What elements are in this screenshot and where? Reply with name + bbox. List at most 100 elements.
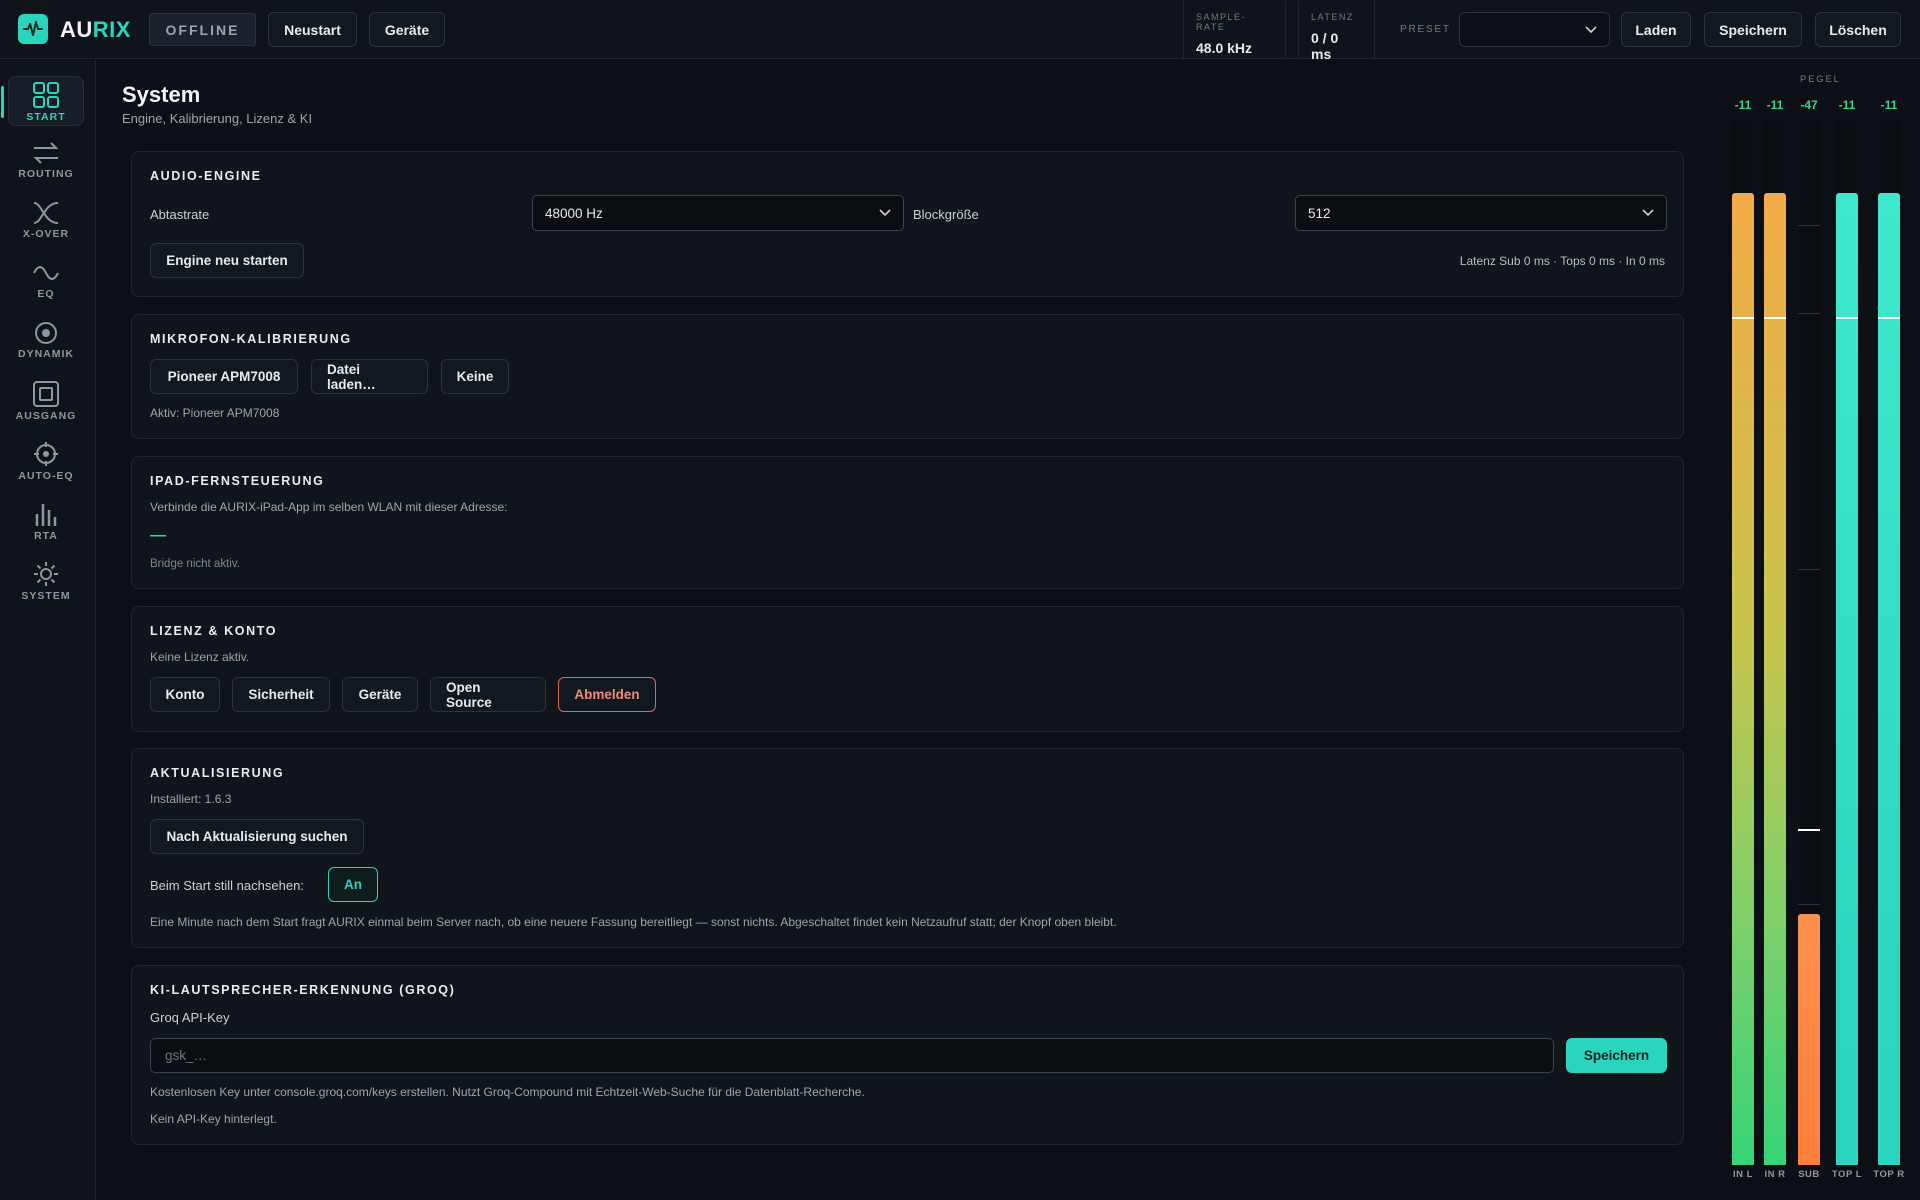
meter-bar — [1798, 914, 1820, 1165]
meter-bar — [1878, 193, 1900, 1165]
meter-channel-label: TOP L — [1831, 1169, 1863, 1180]
bars-icon — [35, 504, 57, 526]
meter-value: -11 — [1734, 98, 1752, 112]
audio-engine-card: AUDIO-ENGINE Abtastrate 48000 Hz Blockgr… — [131, 151, 1684, 297]
restart-button[interactable]: Neustart — [268, 12, 357, 47]
mic-active-text: Aktiv: Pioneer APM7008 — [150, 406, 280, 420]
preset-delete-button[interactable]: Löschen — [1815, 12, 1901, 47]
meter-bar — [1836, 193, 1858, 1165]
auto-check-toggle[interactable]: An — [328, 867, 378, 902]
meter-tick — [1798, 225, 1820, 226]
sidebar: START ROUTING X-OVER EQ DYNAMIK AUSGANG … — [0, 60, 96, 1200]
meter-tick — [1798, 904, 1820, 905]
meter-tick — [1798, 569, 1820, 570]
latency-info: Latenz Sub 0 ms · Tops 0 ms · In 0 ms — [1459, 254, 1665, 268]
card-title: KI-LAUTSPRECHER-ERKENNUNG (GROQ) — [150, 983, 456, 997]
logout-button[interactable]: Abmelden — [558, 677, 656, 712]
meter-channel-label: IN L — [1733, 1169, 1753, 1180]
api-key-save-button[interactable]: Speichern — [1566, 1038, 1667, 1073]
meter-channel-label: TOP R — [1873, 1169, 1905, 1180]
api-key-input[interactable]: gsk_… — [150, 1038, 1554, 1073]
active-indicator — [1, 86, 4, 118]
card-title: IPAD-FERNSTEUERUNG — [150, 474, 325, 488]
app-logo: AURIX — [60, 17, 131, 42]
crossover-icon — [33, 202, 59, 224]
meter-value: -11 — [1766, 98, 1784, 112]
open-source-button[interactable]: Open Source — [430, 677, 546, 712]
card-title: AKTUALISIERUNG — [150, 766, 285, 780]
meter-peak — [1732, 317, 1754, 319]
api-key-label: Groq API-Key — [150, 1010, 230, 1025]
sidebar-item-dynamik[interactable]: DYNAMIK — [8, 316, 84, 366]
security-button[interactable]: Sicherheit — [232, 677, 330, 712]
samplerate-label: Abtastrate — [150, 207, 210, 222]
grid-icon — [33, 82, 59, 108]
target-icon — [35, 322, 57, 344]
meter-bar — [1764, 193, 1786, 1165]
api-key-hint: Kostenlosen Key unter console.groq.com/k… — [150, 1085, 865, 1099]
sidebar-item-start[interactable]: START — [1, 76, 84, 126]
sidebar-item-ausgang[interactable]: AUSGANG — [8, 376, 84, 426]
mic-pioneer-button[interactable]: Pioneer APM7008 — [150, 359, 298, 394]
crosshair-icon — [34, 442, 58, 466]
license-status: Keine Lizenz aktiv. — [150, 650, 250, 664]
ipad-remote-card: IPAD-FERNSTEUERUNG Verbinde die AURIX-iP… — [131, 456, 1684, 589]
blocksize-select[interactable]: 512 — [1295, 195, 1667, 231]
account-button[interactable]: Konto — [150, 677, 220, 712]
card-title: LIZENZ & KONTO — [150, 624, 278, 638]
update-note: Eine Minute nach dem Start fragt AURIX e… — [150, 915, 1117, 929]
mic-none-button[interactable]: Keine — [441, 359, 509, 394]
card-title: AUDIO-ENGINE — [150, 169, 262, 183]
card-title: MIKROFON-KALIBRIERUNG — [150, 332, 352, 346]
arrows-swap-icon — [33, 142, 59, 164]
meter-peak — [1764, 317, 1786, 319]
meter-peak — [1798, 829, 1820, 831]
preset-load-button[interactable]: Laden — [1621, 12, 1691, 47]
sidebar-item-eq[interactable]: EQ — [8, 256, 84, 306]
sidebar-item-system[interactable]: SYSTEM — [8, 556, 84, 606]
check-update-button[interactable]: Nach Aktualisierung suchen — [150, 819, 364, 854]
ai-detection-card: KI-LAUTSPRECHER-ERKENNUNG (GROQ) Groq AP… — [131, 965, 1684, 1145]
sidebar-item-routing[interactable]: ROUTING — [8, 136, 84, 186]
engine-restart-button[interactable]: Engine neu starten — [150, 243, 304, 278]
mic-load-file-button[interactable]: Datei laden… — [311, 359, 428, 394]
auto-check-label: Beim Start still nachsehen: — [150, 878, 304, 893]
logo-waveform-icon — [18, 14, 48, 44]
sidebar-item-xover[interactable]: X-OVER — [8, 196, 84, 246]
sample-rate-stat: SAMPLE-RATE 48.0 kHz — [1183, 1, 1286, 58]
latency-stat: LATENZ 0 / 0 ms — [1298, 1, 1375, 62]
chevron-down-icon — [1642, 209, 1654, 217]
meter-peak — [1836, 317, 1858, 319]
installed-version: Installiert: 1.6.3 — [150, 792, 232, 806]
update-card: AKTUALISIERUNG Installiert: 1.6.3 Nach A… — [131, 748, 1684, 948]
meter-peak — [1878, 317, 1900, 319]
engine-status-badge: OFFLINE — [149, 13, 256, 46]
meter-value: -47 — [1800, 98, 1818, 112]
devices-license-button[interactable]: Geräte — [342, 677, 418, 712]
meter-value: -11 — [1838, 98, 1856, 112]
devices-button[interactable]: Geräte — [369, 12, 445, 47]
preset-select[interactable] — [1459, 12, 1610, 47]
page-title: System — [122, 82, 201, 107]
meter-bar — [1732, 193, 1754, 1165]
square-icon — [33, 381, 59, 407]
preset-save-button[interactable]: Speichern — [1704, 12, 1802, 47]
blocksize-label: Blockgröße — [913, 207, 979, 222]
mic-calibration-card: MIKROFON-KALIBRIERUNG Pioneer APM7008 Da… — [131, 314, 1684, 439]
ipad-address: — — [150, 527, 166, 544]
wave-icon — [33, 266, 59, 280]
meter-tick — [1798, 313, 1820, 314]
ipad-description: Verbinde die AURIX-iPad-App im selben WL… — [150, 500, 508, 514]
sidebar-item-rta[interactable]: RTA — [8, 496, 84, 546]
top-bar: AURIX OFFLINE Neustart Geräte SAMPLE-RAT… — [0, 0, 1920, 62]
meter-channel-label: SUB — [1798, 1169, 1820, 1180]
chevron-down-icon — [1585, 25, 1597, 33]
meters-label: PEGEL — [1800, 74, 1841, 85]
meter-channel-label: IN R — [1764, 1169, 1786, 1180]
preset-label: PRESET — [1400, 24, 1451, 35]
samplerate-select[interactable]: 48000 Hz — [532, 195, 904, 231]
sidebar-item-autoeq[interactable]: AUTO-EQ — [8, 436, 84, 486]
sun-gear-icon — [34, 562, 58, 586]
meter-value: -11 — [1880, 98, 1898, 112]
bridge-status: Bridge nicht aktiv. — [150, 558, 240, 570]
